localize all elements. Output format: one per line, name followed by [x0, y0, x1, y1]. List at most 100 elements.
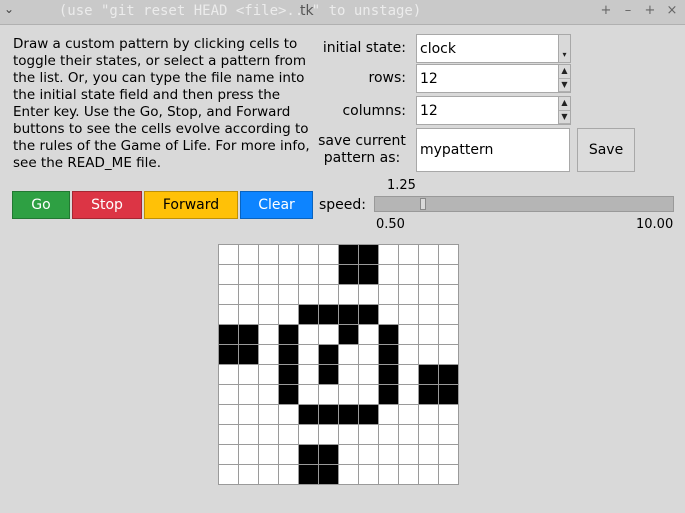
- cell-dead[interactable]: [258, 244, 279, 265]
- cell-dead[interactable]: [218, 464, 239, 485]
- cell-dead[interactable]: [438, 304, 459, 325]
- cell-dead[interactable]: [278, 404, 299, 425]
- cell-dead[interactable]: [238, 284, 259, 305]
- cell-dead[interactable]: [338, 384, 359, 405]
- rows-stepper[interactable]: ▲ ▼: [558, 65, 570, 92]
- cell-dead[interactable]: [258, 284, 279, 305]
- cell-dead[interactable]: [438, 244, 459, 265]
- cell-dead[interactable]: [258, 444, 279, 465]
- cell-dead[interactable]: [318, 424, 339, 445]
- cell-dead[interactable]: [298, 344, 319, 365]
- columns-stepper[interactable]: ▲ ▼: [558, 97, 570, 124]
- cell-dead[interactable]: [278, 284, 299, 305]
- spin-down-icon[interactable]: ▼: [559, 79, 570, 92]
- cell-alive[interactable]: [438, 384, 459, 405]
- cell-dead[interactable]: [398, 364, 419, 385]
- cell-dead[interactable]: [258, 264, 279, 285]
- cell-dead[interactable]: [398, 344, 419, 365]
- cell-alive[interactable]: [338, 404, 359, 425]
- cell-dead[interactable]: [238, 384, 259, 405]
- window-menu-icon[interactable]: ⌄: [4, 2, 20, 20]
- cell-dead[interactable]: [438, 264, 459, 285]
- cell-dead[interactable]: [298, 264, 319, 285]
- columns-spinbox[interactable]: 12 ▲ ▼: [416, 96, 571, 125]
- cell-dead[interactable]: [218, 404, 239, 425]
- cell-dead[interactable]: [378, 464, 399, 485]
- cell-dead[interactable]: [418, 464, 439, 485]
- cell-alive[interactable]: [438, 364, 459, 385]
- cell-dead[interactable]: [378, 304, 399, 325]
- cell-dead[interactable]: [398, 324, 419, 345]
- cell-dead[interactable]: [278, 244, 299, 265]
- cell-dead[interactable]: [398, 404, 419, 425]
- cell-dead[interactable]: [438, 284, 459, 305]
- cell-dead[interactable]: [418, 424, 439, 445]
- cell-dead[interactable]: [258, 344, 279, 365]
- cell-dead[interactable]: [438, 324, 459, 345]
- cell-dead[interactable]: [318, 384, 339, 405]
- cell-dead[interactable]: [398, 384, 419, 405]
- cell-alive[interactable]: [318, 404, 339, 425]
- cell-dead[interactable]: [258, 304, 279, 325]
- cell-dead[interactable]: [238, 424, 259, 445]
- cell-dead[interactable]: [258, 364, 279, 385]
- cell-dead[interactable]: [258, 404, 279, 425]
- cell-alive[interactable]: [218, 344, 239, 365]
- cell-dead[interactable]: [438, 424, 459, 445]
- cell-dead[interactable]: [338, 464, 359, 485]
- cell-dead[interactable]: [398, 244, 419, 265]
- cell-dead[interactable]: [438, 444, 459, 465]
- cell-dead[interactable]: [218, 284, 239, 305]
- cell-dead[interactable]: [318, 284, 339, 305]
- cell-dead[interactable]: [218, 364, 239, 385]
- cell-dead[interactable]: [378, 244, 399, 265]
- cell-alive[interactable]: [238, 344, 259, 365]
- cell-dead[interactable]: [298, 424, 319, 445]
- initial-state-combobox[interactable]: clock ▾: [416, 34, 571, 63]
- cell-alive[interactable]: [358, 404, 379, 425]
- speed-slider[interactable]: [374, 196, 674, 212]
- maximize-icon[interactable]: +: [642, 3, 658, 18]
- cell-dead[interactable]: [378, 444, 399, 465]
- cell-dead[interactable]: [418, 284, 439, 305]
- cell-alive[interactable]: [298, 304, 319, 325]
- cell-dead[interactable]: [278, 464, 299, 485]
- cell-alive[interactable]: [318, 444, 339, 465]
- cell-dead[interactable]: [358, 464, 379, 485]
- cell-dead[interactable]: [298, 244, 319, 265]
- cell-dead[interactable]: [398, 264, 419, 285]
- cell-dead[interactable]: [378, 284, 399, 305]
- cell-dead[interactable]: [438, 404, 459, 425]
- pin-icon[interactable]: +: [598, 3, 614, 18]
- cell-dead[interactable]: [298, 284, 319, 305]
- cell-dead[interactable]: [238, 464, 259, 485]
- cell-dead[interactable]: [358, 424, 379, 445]
- cell-dead[interactable]: [378, 264, 399, 285]
- cell-alive[interactable]: [418, 384, 439, 405]
- cell-dead[interactable]: [238, 304, 259, 325]
- cell-alive[interactable]: [278, 364, 299, 385]
- close-icon[interactable]: ×: [664, 3, 680, 18]
- cell-alive[interactable]: [358, 244, 379, 265]
- cell-dead[interactable]: [418, 264, 439, 285]
- cell-dead[interactable]: [378, 424, 399, 445]
- cell-alive[interactable]: [278, 324, 299, 345]
- cell-dead[interactable]: [418, 444, 439, 465]
- cell-dead[interactable]: [358, 284, 379, 305]
- cell-alive[interactable]: [318, 364, 339, 385]
- cell-dead[interactable]: [338, 364, 359, 385]
- go-button[interactable]: Go: [12, 191, 70, 219]
- save-button[interactable]: Save: [577, 128, 635, 172]
- cell-dead[interactable]: [298, 384, 319, 405]
- cell-alive[interactable]: [298, 444, 319, 465]
- cell-dead[interactable]: [238, 444, 259, 465]
- cell-dead[interactable]: [238, 404, 259, 425]
- cell-dead[interactable]: [218, 384, 239, 405]
- cell-alive[interactable]: [338, 264, 359, 285]
- cell-dead[interactable]: [418, 344, 439, 365]
- cell-dead[interactable]: [218, 244, 239, 265]
- cell-dead[interactable]: [398, 424, 419, 445]
- clear-button[interactable]: Clear: [240, 191, 313, 219]
- cell-alive[interactable]: [338, 324, 359, 345]
- minimize-icon[interactable]: –: [620, 3, 636, 18]
